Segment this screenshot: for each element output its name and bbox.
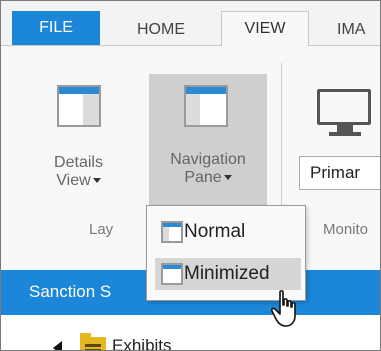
expand-arrow-icon[interactable] [53,341,62,350]
panel-title: Sanction S [29,282,112,301]
folder-icon [80,333,106,350]
tab-home[interactable]: HOME [117,15,205,45]
navigation-pane-menu: Normal Minimized [146,205,306,301]
ribbon-tabstrip: FILE HOME VIEW IMA [1,1,380,46]
tab-ima[interactable]: IMA [337,15,380,45]
tree-view: Exhibits [1,315,380,350]
details-view-label: Details View [54,154,103,189]
menu-item-normal[interactable]: Normal [155,216,301,248]
chevron-down-icon [92,178,101,184]
navigation-pane-label: Navigation Pane [170,151,246,186]
group-label-layout: Lay [89,221,114,238]
navigation-pane-icon [184,85,228,127]
group-label-monitor: Monito [323,221,369,238]
pane-normal-icon [161,221,183,243]
hand-cursor-icon [271,290,296,327]
menu-item-normal-label: Normal [184,221,246,242]
tab-view[interactable]: VIEW [221,11,309,46]
pane-minimized-icon [161,263,183,285]
details-view-icon [57,85,101,127]
monitor-base [329,132,361,136]
chevron-down-icon [223,175,232,181]
menu-item-minimized[interactable]: Minimized [155,258,301,290]
tree-item-exhibits[interactable]: Exhibits [112,336,172,350]
tab-file[interactable]: FILE [12,11,100,45]
monitor-icon [317,89,371,125]
app-window: FILE HOME VIEW IMA Details View Navigati… [0,0,381,351]
monitor-select[interactable]: Primar [299,156,380,190]
menu-item-minimized-label: Minimized [184,263,270,284]
navigation-pane-button[interactable]: Navigation Pane [149,74,267,206]
